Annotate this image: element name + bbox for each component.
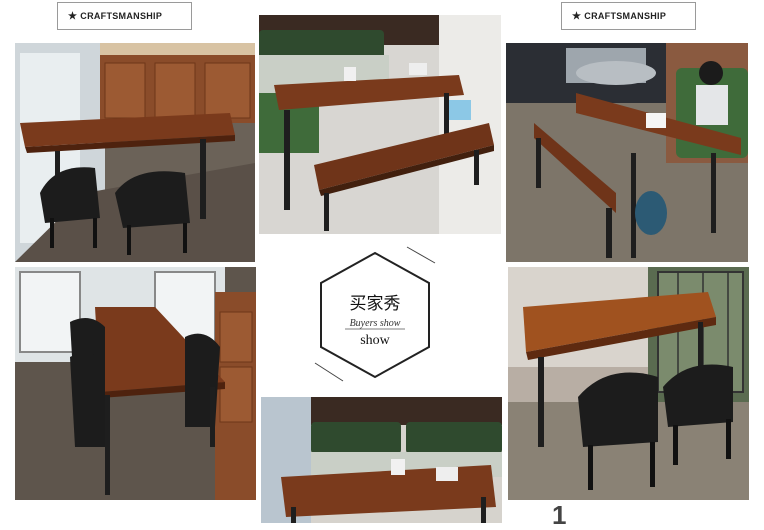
photo-window-table [15, 267, 256, 500]
photo-tiled-floor-table [508, 267, 749, 500]
buyers-show-badge: 买家秀 Buyers show show [305, 245, 445, 385]
photo-booth-table-bench [259, 15, 501, 234]
craftsmanship-label: CRAFTSMANSHIP [584, 11, 667, 21]
badge-title: 买家秀 [349, 294, 401, 314]
photo-kitchen-table [15, 43, 255, 262]
star-icon: ★ [68, 10, 78, 22]
craftsmanship-tag-right: ★ CRAFTSMANSHIP [561, 2, 696, 30]
craftsmanship-label: CRAFTSMANSHIP [80, 11, 163, 21]
craftsmanship-tag-left: ★ CRAFTSMANSHIP [57, 2, 192, 30]
page-number: 1 [552, 500, 567, 530]
star-icon: ★ [572, 10, 582, 22]
photo-booth-table-detail [261, 397, 502, 523]
photo-restaurant-customer [506, 43, 748, 262]
hexagon-icon [314, 246, 436, 382]
badge-word: show [360, 333, 390, 348]
badge-subtitle: Buyers show [349, 318, 401, 329]
